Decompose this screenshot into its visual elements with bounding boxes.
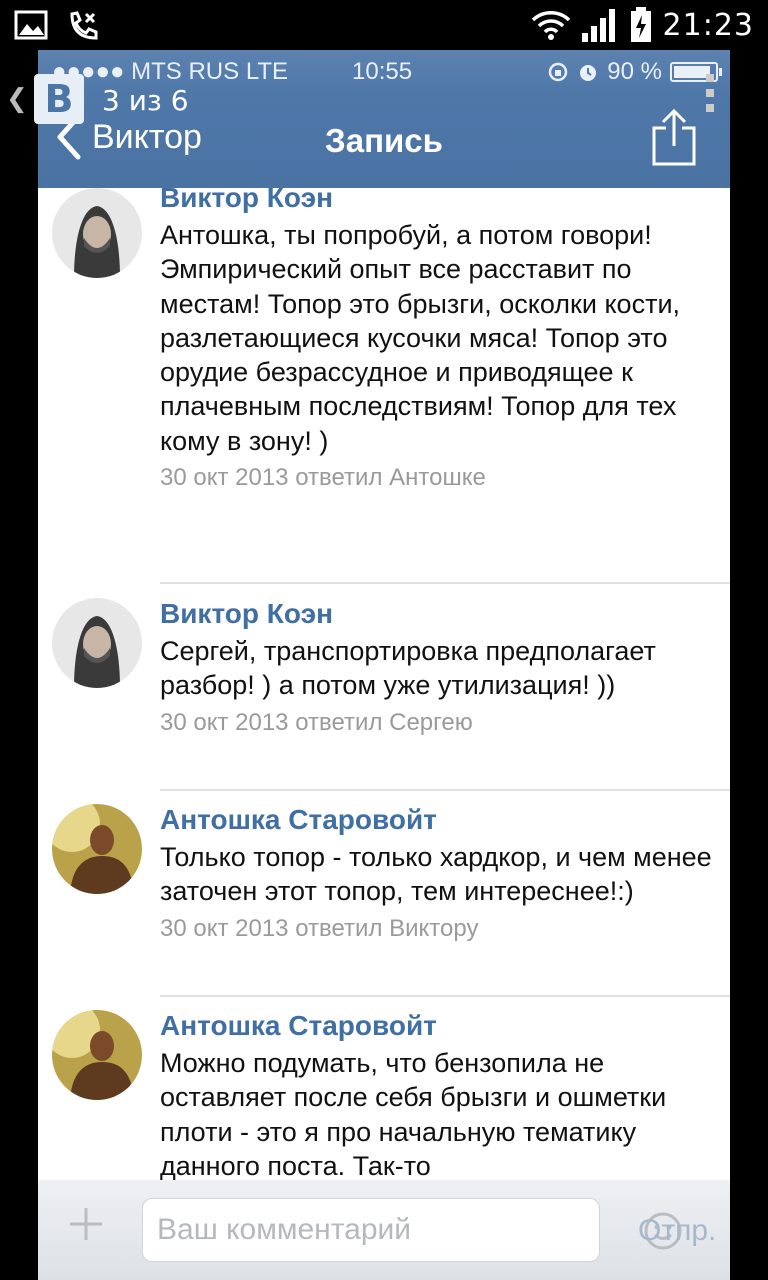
comment-meta: 30 окт 2013 ответил Виктору xyxy=(160,914,479,942)
android-status-bar: 21:23 xyxy=(0,0,768,50)
menu-dot xyxy=(706,104,714,112)
battery-charging-icon xyxy=(630,7,651,42)
divider xyxy=(160,995,730,997)
carrier-label: ●●●●● MTS RUS LTE xyxy=(52,58,289,85)
comment-text: Сергей, транспортировка предполагает раз… xyxy=(160,636,656,701)
ios-clock: 10:55 xyxy=(352,58,413,85)
alarm-icon xyxy=(580,65,597,81)
send-button[interactable]: Отпр. xyxy=(638,1214,716,1248)
comment-author[interactable]: Антошка Старовойт xyxy=(160,804,716,836)
overflow-menu-button[interactable] xyxy=(706,74,718,119)
comment-meta: 30 окт 2013 ответил Антошке xyxy=(160,464,486,492)
divider xyxy=(160,582,730,584)
page-title: Запись xyxy=(325,122,443,159)
comment-meta: 30 окт 2013 ответил Сергею xyxy=(160,708,473,736)
avatar[interactable] xyxy=(52,188,142,278)
gallery-back-button[interactable]: ❮ xyxy=(6,84,28,114)
divider xyxy=(160,789,730,791)
comment-text: Только топор - только хардкор, и чем мен… xyxy=(160,842,712,907)
share-button[interactable] xyxy=(650,108,698,173)
phone-icon xyxy=(70,11,98,40)
vk-app-screenshot: ●●●●● MTS RUS LTE 10:55 90 % Виктор Запи… xyxy=(38,50,730,1280)
comment-text: Можно подумать, что бензопила не оставля… xyxy=(160,1048,667,1180)
rotation-lock-icon xyxy=(549,62,568,82)
avatar[interactable] xyxy=(52,804,142,894)
android-clock: 21:23 xyxy=(662,7,754,43)
gallery-icon xyxy=(14,10,48,40)
comment-composer: Отпр. xyxy=(38,1180,730,1280)
comment-author[interactable]: Виктор Коэн xyxy=(160,188,716,214)
avatar[interactable] xyxy=(52,598,142,688)
signal-icon xyxy=(581,9,615,42)
image-counter: 3 из 6 xyxy=(102,84,189,117)
comment-input[interactable] xyxy=(143,1199,539,1261)
comment-author[interactable]: Виктор Коэн xyxy=(160,598,716,630)
comments-list: Виктор Коэн Антошка, ты попробуй, а пото… xyxy=(38,188,730,1180)
attach-button[interactable] xyxy=(68,1206,104,1247)
menu-dot xyxy=(706,89,714,97)
share-icon xyxy=(652,108,696,166)
comment-author[interactable]: Антошка Старовойт xyxy=(160,1010,716,1042)
wifi-icon xyxy=(531,11,570,40)
vk-logo: В xyxy=(34,74,84,124)
battery-percent: 90 % xyxy=(607,58,662,85)
menu-dot xyxy=(706,74,714,82)
avatar[interactable] xyxy=(52,1010,142,1100)
plus-icon xyxy=(70,1208,102,1240)
comment-input-wrapper xyxy=(142,1198,682,1262)
comment-text: Антошка, ты попробуй, а потом говори! Эм… xyxy=(160,220,681,456)
